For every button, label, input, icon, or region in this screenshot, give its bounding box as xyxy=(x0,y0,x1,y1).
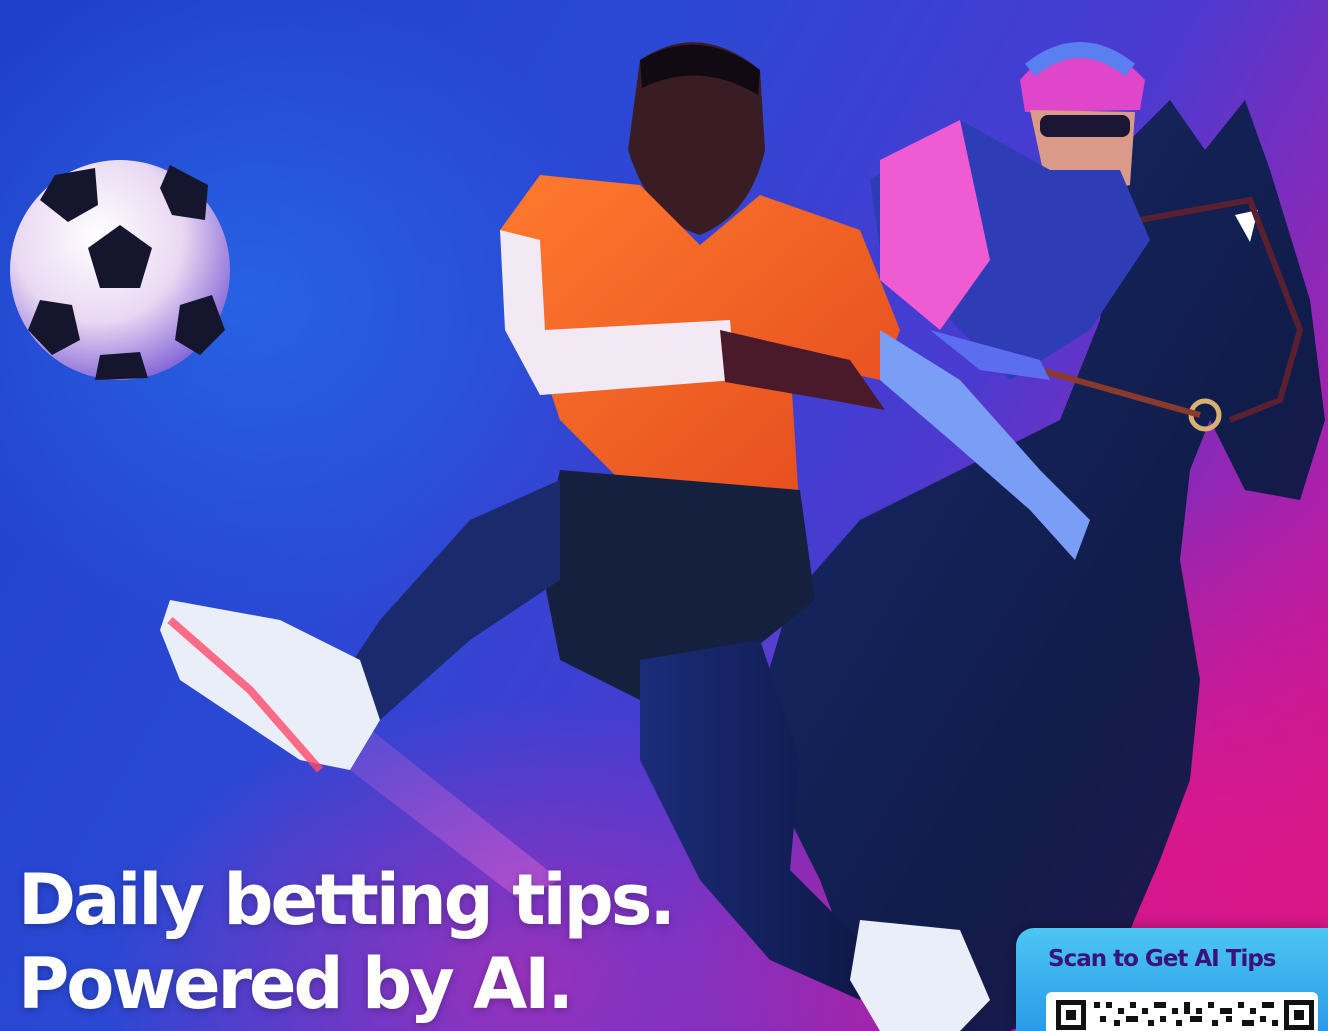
qr-code-icon xyxy=(1056,1000,1314,1030)
soccer-ball-icon xyxy=(10,160,230,380)
qr-card[interactable]: Scan to Get AI Tips xyxy=(1016,928,1328,1031)
headline: Daily betting tips. Powered by AI. xyxy=(18,858,838,1026)
qr-code[interactable] xyxy=(1046,992,1318,1031)
headline-line-2: Powered by AI. xyxy=(18,943,574,1025)
qr-card-title: Scan to Get AI Tips xyxy=(1048,946,1276,972)
headline-line-1: Daily betting tips. xyxy=(18,859,676,941)
hero-banner: Daily betting tips. Powered by AI. Scan … xyxy=(0,0,1328,1031)
